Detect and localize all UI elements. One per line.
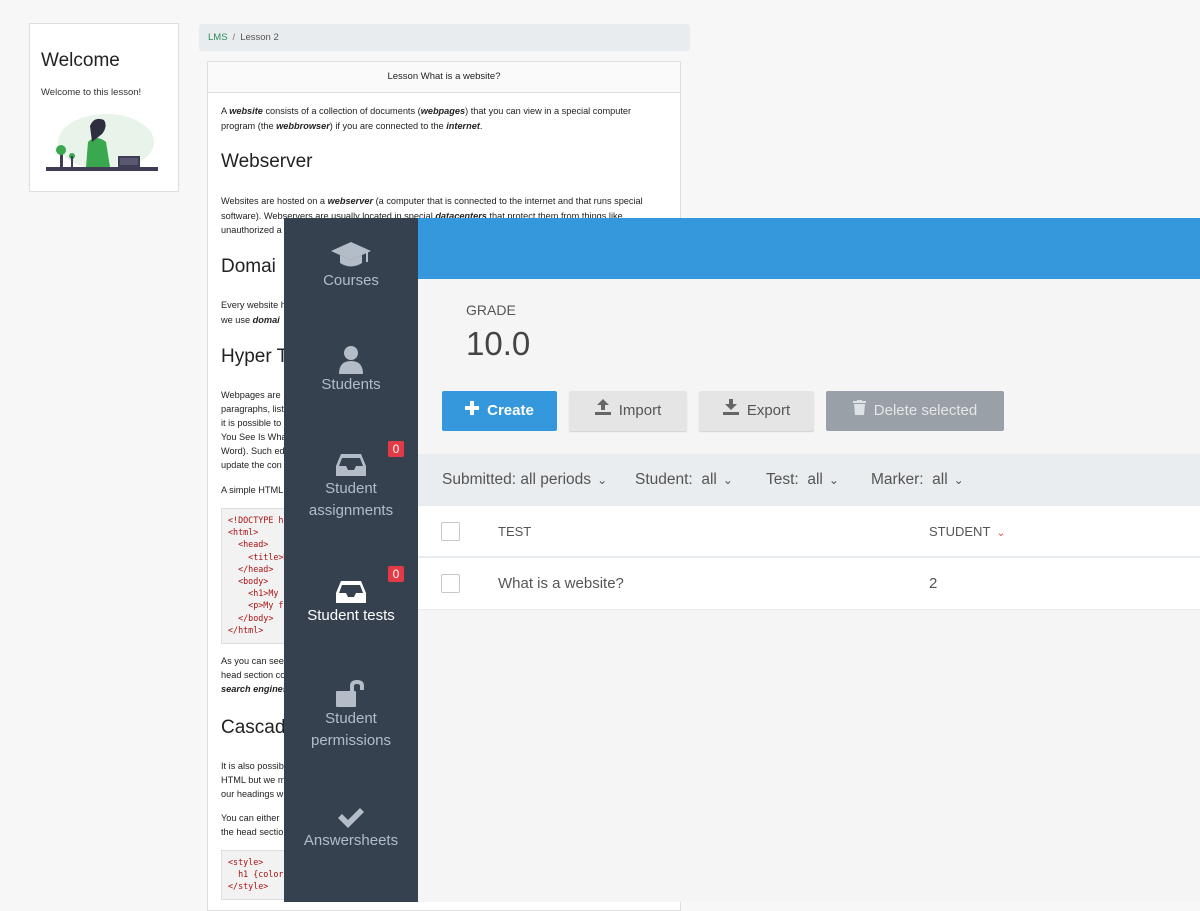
sidebar-item-label: Student tests xyxy=(307,607,395,624)
breadcrumb-lms-link[interactable]: LMS xyxy=(208,32,228,43)
filter-test[interactable]: Test: all ⌄ xyxy=(766,454,839,506)
check-icon xyxy=(338,808,364,828)
sidebar-item-courses[interactable]: Courses xyxy=(284,240,418,292)
breadcrumb: LMS / Lesson 2 xyxy=(199,24,690,51)
sidebar-item-label-1: Student xyxy=(325,710,377,727)
sort-desc-icon: ⌄ xyxy=(996,527,1006,539)
sidebar-item-students[interactable]: Students xyxy=(284,344,418,396)
row-checkbox[interactable] xyxy=(441,574,460,593)
graduation-cap-icon xyxy=(331,242,371,267)
upload-icon xyxy=(594,391,611,431)
breadcrumb-separator: / xyxy=(232,32,236,43)
filter-submitted-period[interactable]: Submitted: all periods ⌄ xyxy=(442,454,607,506)
sidebar-item-label-2: permissions xyxy=(310,732,392,749)
table-row: What is a website? 2 xyxy=(418,558,1200,610)
lesson-header: Lesson What is a website? xyxy=(208,62,680,93)
sidebar-nav: Courses Students 0 Student assignments 0… xyxy=(284,218,418,902)
user-icon xyxy=(339,346,363,374)
column-header-student[interactable]: STUDENT ⌄ xyxy=(929,524,1006,539)
unlock-icon xyxy=(336,680,364,707)
cell-student: 2 xyxy=(929,575,938,592)
main-content: GRADE 10.0 Create Import Export Delete s… xyxy=(418,279,1200,902)
select-all-checkbox[interactable] xyxy=(441,522,460,541)
heading-hypertext: Hyper T xyxy=(221,346,289,367)
filter-student[interactable]: Student: all ⌄ xyxy=(635,454,733,506)
heading-css: Cascad xyxy=(221,717,286,738)
trash-icon xyxy=(852,391,866,431)
delete-selected-button[interactable]: Delete selected xyxy=(826,391,1004,431)
column-header-test[interactable]: TEST xyxy=(498,524,531,539)
heading-webserver: Webserver xyxy=(221,151,313,172)
sidebar-item-student-permissions[interactable]: Student permissions xyxy=(284,678,418,752)
inbox-icon xyxy=(336,454,366,476)
export-button[interactable]: Export xyxy=(699,391,814,431)
person-at-desk-illustration xyxy=(46,114,158,171)
grade-label: GRADE xyxy=(466,302,516,318)
sidebar-item-student-tests[interactable]: Student tests xyxy=(284,579,418,627)
lesson-intro: A website consists of a collection of do… xyxy=(221,106,632,131)
plus-icon xyxy=(465,391,480,431)
chevron-down-icon: ⌄ xyxy=(953,473,964,487)
inbox-icon xyxy=(336,581,366,603)
welcome-card: Welcome Welcome to this lesson! xyxy=(29,23,179,192)
chevron-down-icon: ⌄ xyxy=(722,473,733,487)
table-header-row: TEST STUDENT ⌄ xyxy=(418,506,1200,558)
cell-test[interactable]: What is a website? xyxy=(498,575,624,592)
sidebar-item-answersheets[interactable]: Answersheets xyxy=(284,806,418,852)
delete-button-label: Delete selected xyxy=(873,402,978,419)
welcome-title: Welcome xyxy=(41,50,120,71)
create-button-label: Create xyxy=(487,402,534,419)
welcome-text: Welcome to this lesson! xyxy=(41,87,142,98)
sidebar-item-student-assignments[interactable]: Student assignments xyxy=(284,452,418,522)
sidebar-item-label: Students xyxy=(321,376,381,393)
download-icon xyxy=(722,391,739,431)
export-button-label: Export xyxy=(746,402,791,419)
sidebar-item-label: Courses xyxy=(323,272,379,289)
heading-domain: Domai xyxy=(221,256,276,277)
sidebar-item-label-2: assignments xyxy=(308,502,394,519)
top-header-bar xyxy=(418,218,1200,279)
create-button[interactable]: Create xyxy=(442,391,557,431)
sidebar-item-label: Answersheets xyxy=(303,832,399,849)
breadcrumb-current: Lesson 2 xyxy=(240,32,279,43)
sidebar-item-label-1: Student xyxy=(325,480,377,497)
import-button[interactable]: Import xyxy=(569,391,687,431)
chevron-down-icon: ⌄ xyxy=(597,473,608,487)
tests-table: TEST STUDENT ⌄ What is a website? 2 xyxy=(418,506,1200,610)
filter-marker[interactable]: Marker: all ⌄ xyxy=(871,454,964,506)
grade-value: 10.0 xyxy=(466,325,531,362)
filter-bar: Submitted: all periods ⌄ Student: all ⌄ Te… xyxy=(418,454,1200,506)
chevron-down-icon: ⌄ xyxy=(828,473,839,487)
import-button-label: Import xyxy=(618,402,662,419)
